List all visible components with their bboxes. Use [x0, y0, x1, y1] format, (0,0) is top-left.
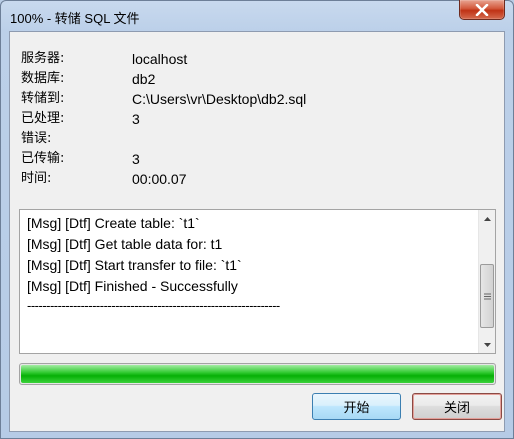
time-label: 时间:: [21, 171, 52, 186]
window-title: 100% - 转储 SQL 文件: [10, 11, 140, 26]
arrow-up-icon: [483, 216, 491, 221]
scroll-up-button[interactable]: [479, 210, 495, 227]
arrow-down-icon: [483, 342, 491, 347]
log-line: [Msg] [Dtf] Finished - Successfully: [27, 278, 238, 294]
server-value: localhost: [132, 51, 188, 67]
database-label: 数据库:: [21, 71, 65, 86]
log-line: [Msg] [Dtf] Get table data for: t1: [27, 236, 223, 252]
dialog-body: 服务器: localhost 数据库: db2 转储到: C:\Users\vr…: [9, 31, 505, 432]
processed-value: 3: [132, 111, 140, 127]
window-close-button[interactable]: [459, 0, 505, 20]
log-line: [Msg] [Dtf] Start transfer to file: `t1`: [27, 257, 242, 273]
log-panel[interactable]: [Msg] [Dtf] Create table: `t1` [Msg] [Dt…: [19, 209, 496, 354]
title-bar[interactable]: 100% - 转储 SQL 文件: [1, 0, 513, 31]
progress-fill: [21, 365, 494, 383]
database-value: db2: [132, 71, 156, 87]
close-button[interactable]: 关闭: [412, 393, 502, 420]
start-button[interactable]: 开始: [312, 393, 401, 420]
close-icon: [475, 3, 489, 16]
dump-to-label: 转储到:: [21, 91, 65, 106]
log-scrollbar[interactable]: [478, 210, 495, 353]
scroll-down-button[interactable]: [479, 336, 495, 353]
log-lines: [Msg] [Dtf] Create table: `t1` [Msg] [Dt…: [27, 213, 472, 314]
processed-label: 已处理:: [21, 111, 65, 126]
grip-icon: [483, 293, 491, 299]
transferred-label: 已传输:: [21, 151, 65, 166]
server-label: 服务器:: [21, 51, 65, 66]
log-separator: ----------------------------------------…: [27, 298, 280, 313]
time-value: 00:00.07: [132, 171, 187, 187]
scroll-thumb[interactable]: [480, 264, 494, 328]
dump-to-value: C:\Users\vr\Desktop\db2.sql: [132, 91, 307, 107]
progress-bar: [19, 363, 496, 385]
transferred-value: 3: [132, 151, 140, 167]
errors-label: 错误:: [21, 131, 52, 146]
log-line: [Msg] [Dtf] Create table: `t1`: [27, 215, 200, 231]
dump-sql-dialog: 100% - 转储 SQL 文件 服务器: localhost 数据库: db2…: [0, 0, 514, 439]
